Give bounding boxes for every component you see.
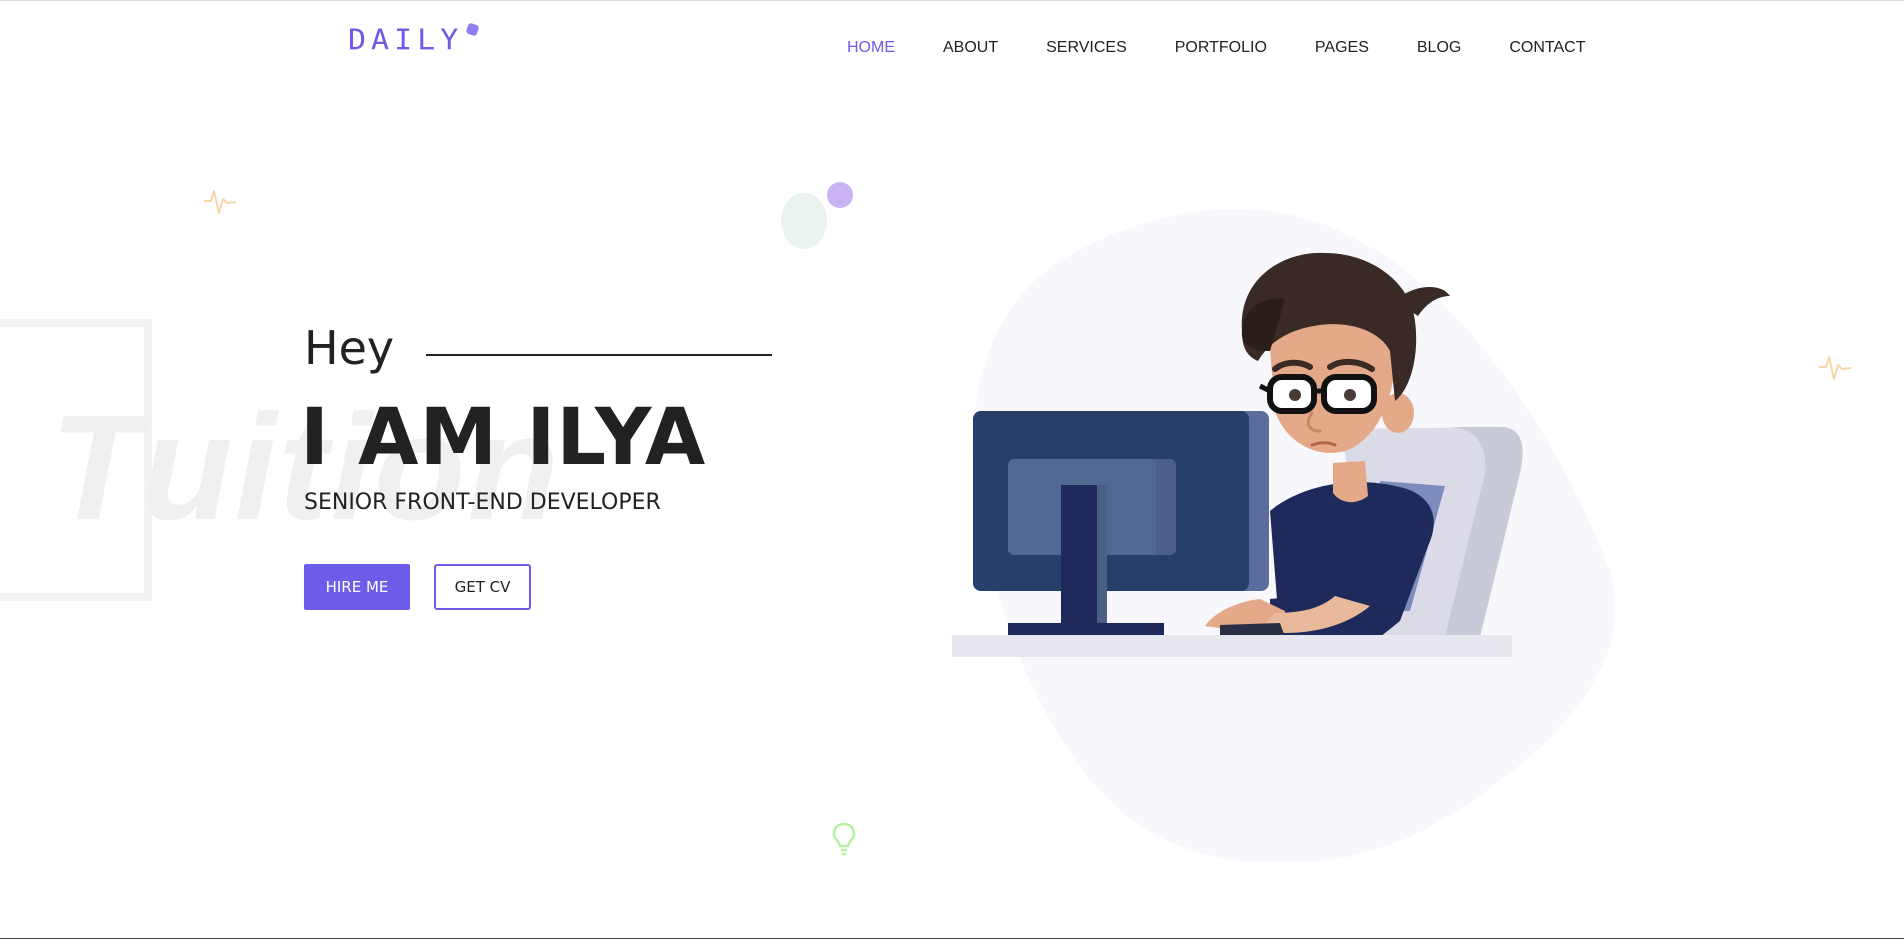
page: Tuition DAILY HOME ABOUT SERVICES PORTFO… xyxy=(0,0,1904,939)
logo-text: DAILY xyxy=(348,23,464,58)
greeting: Hey xyxy=(304,321,395,375)
get-cv-button[interactable]: GET CV xyxy=(434,564,531,610)
hire-me-button[interactable]: HIRE ME xyxy=(304,564,410,610)
developer-illustration xyxy=(952,209,1616,861)
decor-dot xyxy=(827,182,853,208)
nav-contact[interactable]: CONTACT xyxy=(1509,39,1585,57)
hero-role: SENIOR FRONT-END DEVELOPER xyxy=(304,490,661,515)
pulse-icon xyxy=(204,190,237,214)
nav-home[interactable]: HOME xyxy=(847,39,895,57)
nav-blog[interactable]: BLOG xyxy=(1417,39,1461,57)
logo-dot xyxy=(465,22,480,37)
lightbulb-icon xyxy=(832,822,856,856)
decor-blob xyxy=(781,193,827,249)
nav-services[interactable]: SERVICES xyxy=(1046,39,1127,57)
nav-about[interactable]: ABOUT xyxy=(943,39,998,57)
nav-pages[interactable]: PAGES xyxy=(1315,39,1369,57)
greeting-divider xyxy=(426,354,773,356)
pulse-icon xyxy=(1819,356,1852,380)
site-logo[interactable]: DAILY xyxy=(348,22,480,58)
nav-portfolio[interactable]: PORTFOLIO xyxy=(1175,39,1267,57)
greeting-row: Hey xyxy=(304,321,773,375)
main-nav: HOME ABOUT SERVICES PORTFOLIO PAGES BLOG… xyxy=(847,39,1585,57)
hero-name: I AM ILYA xyxy=(300,393,707,483)
